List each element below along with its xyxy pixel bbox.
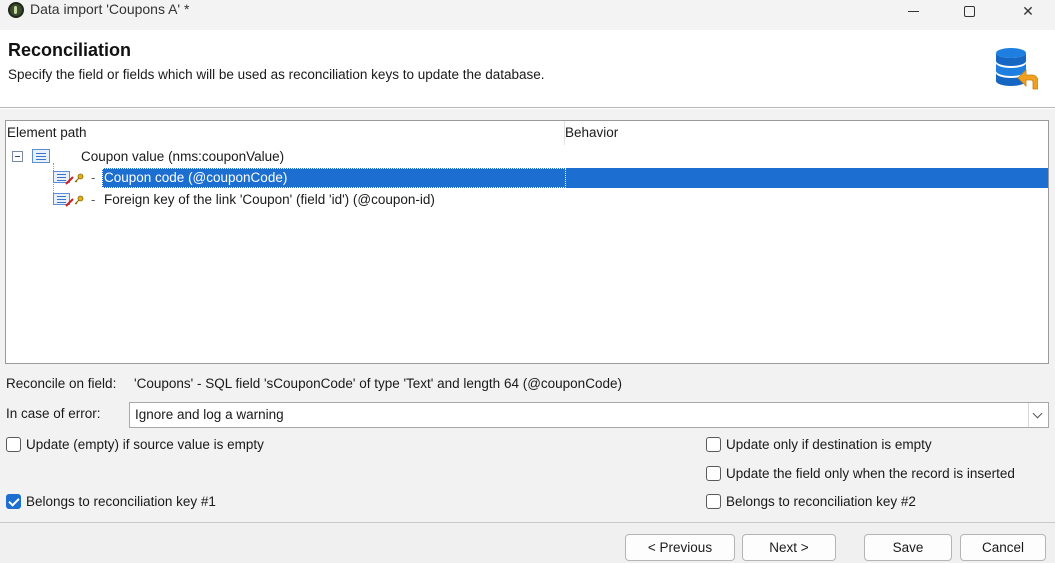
step-header: Reconciliation Specify the field or fiel… bbox=[0, 30, 1055, 108]
close-button[interactable]: ✕ bbox=[1005, 0, 1051, 22]
tree-row-label: Coupon code (@couponCode) bbox=[104, 170, 288, 185]
error-handling-select[interactable]: Ignore and log a warning bbox=[129, 402, 1049, 428]
update-empty-checkbox[interactable]: Update (empty) if source value is empty bbox=[6, 435, 264, 453]
wizard-footer: < Previous Next > Save Cancel bbox=[0, 522, 1055, 563]
next-button[interactable]: Next > bbox=[742, 534, 836, 561]
tree-row-label: Coupon value (nms:couponValue) bbox=[81, 149, 285, 164]
tree-row[interactable]: - Foreign key of the link 'Coupon' (fiel… bbox=[6, 190, 1048, 210]
title-bar: Data import 'Coupons A' * ✕ bbox=[0, 0, 1055, 30]
element-list-icon bbox=[32, 149, 50, 163]
maximize-button[interactable] bbox=[946, 0, 992, 22]
checkbox-label: Update only if destination is empty bbox=[726, 436, 932, 452]
checkbox-label: Update (empty) if source value is empty bbox=[26, 436, 264, 452]
checkbox-box[interactable] bbox=[706, 465, 721, 481]
error-handling-label: In case of error: bbox=[6, 406, 101, 421]
reconciliation-key-2-checkbox[interactable]: Belongs to reconciliation key #2 bbox=[706, 492, 916, 510]
reconcile-field-value: 'Coupons' - SQL field 'sCouponCode' of t… bbox=[134, 376, 622, 391]
collapse-toggle-icon[interactable] bbox=[12, 151, 23, 162]
column-header-behavior[interactable]: Behavior bbox=[565, 125, 618, 140]
chevron-down-icon[interactable] bbox=[1028, 403, 1048, 427]
tree-dash: - bbox=[91, 192, 96, 207]
window-title: Data import 'Coupons A' * bbox=[30, 1, 190, 17]
main-panel: Element path Behavior Coupon value (nms:… bbox=[0, 109, 1055, 522]
save-button[interactable]: Save bbox=[864, 534, 952, 561]
maximize-icon bbox=[963, 5, 975, 17]
key-icon bbox=[74, 195, 84, 205]
error-handling-value: Ignore and log a warning bbox=[135, 407, 284, 422]
column-header-element-path[interactable]: Element path bbox=[7, 125, 87, 140]
update-if-destination-empty-checkbox[interactable]: Update only if destination is empty bbox=[706, 435, 932, 453]
minimize-button[interactable] bbox=[890, 0, 936, 22]
checkbox-box[interactable] bbox=[706, 436, 721, 452]
tree-row-selected[interactable]: - Coupon code (@couponCode) bbox=[6, 168, 1048, 188]
cancel-button[interactable]: Cancel bbox=[960, 534, 1046, 561]
checkbox-label: Belongs to reconciliation key #1 bbox=[26, 493, 216, 509]
tree-row-label: Foreign key of the link 'Coupon' (field … bbox=[104, 192, 435, 207]
checkbox-label: Update the field only when the record is… bbox=[726, 465, 1015, 481]
minimize-icon bbox=[907, 10, 919, 12]
key-icon bbox=[74, 173, 84, 183]
previous-button[interactable]: < Previous bbox=[625, 534, 735, 561]
reconciliation-key-1-checkbox[interactable]: Belongs to reconciliation key #1 bbox=[6, 492, 216, 510]
reconcile-field-label: Reconcile on field: bbox=[6, 376, 117, 391]
database-reconcile-icon bbox=[996, 48, 1038, 90]
page-subtitle: Specify the field or fields which will b… bbox=[8, 67, 545, 82]
page-title: Reconciliation bbox=[8, 40, 132, 60]
tree-dash: - bbox=[91, 170, 96, 185]
checkbox-box[interactable] bbox=[706, 493, 721, 509]
app-icon bbox=[8, 2, 24, 18]
checkbox-label: Belongs to reconciliation key #2 bbox=[726, 493, 916, 509]
update-on-insert-checkbox[interactable]: Update the field only when the record is… bbox=[706, 464, 1015, 482]
checkbox-box-checked[interactable] bbox=[6, 493, 21, 509]
close-icon: ✕ bbox=[1022, 2, 1034, 19]
reconciliation-tree[interactable]: Element path Behavior Coupon value (nms:… bbox=[5, 120, 1049, 364]
checkbox-box[interactable] bbox=[6, 436, 21, 452]
tree-row[interactable]: Coupon value (nms:couponValue) bbox=[6, 147, 1048, 167]
